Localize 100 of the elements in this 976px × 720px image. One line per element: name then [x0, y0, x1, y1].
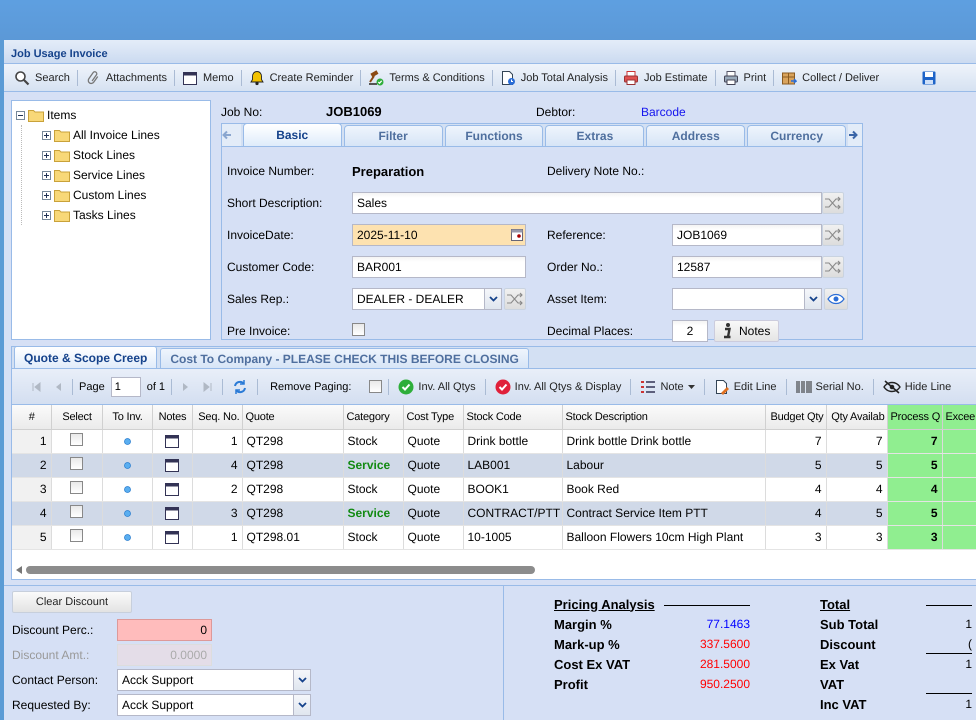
expand-icon[interactable]	[42, 190, 51, 200]
toolbar-button[interactable]: Terms & Conditions	[364, 68, 489, 88]
toolbar-button[interactable]: Search	[10, 68, 74, 88]
expand-icon[interactable]	[42, 130, 51, 140]
column-header[interactable]: Cost Type	[403, 405, 463, 429]
toolbar-button[interactable]: Create Reminder	[244, 68, 358, 88]
row-checkbox[interactable]	[70, 457, 83, 470]
tab[interactable]: Address	[646, 125, 746, 146]
toolbar-button[interactable]: Hide Line	[880, 378, 954, 396]
tree-item[interactable]: Service Lines	[73, 168, 146, 182]
tree-item[interactable]: Tasks Lines	[73, 208, 136, 222]
notes-button[interactable]: Notes	[714, 320, 780, 342]
tab[interactable]: Cost To Company - PLEASE CHECK THIS BEFORE CLOSING	[160, 348, 529, 368]
tree-item[interactable]: Custom Lines	[73, 188, 146, 202]
column-header[interactable]: Notes	[152, 405, 192, 429]
toolbar-button[interactable]: Print	[718, 68, 770, 88]
dropdown[interactable]: Acck Support	[117, 694, 311, 716]
tree-item[interactable]: All Invoice Lines	[73, 128, 160, 142]
notes-button[interactable]	[164, 457, 180, 473]
toolbar-button[interactable]: Memo	[178, 68, 238, 88]
calendar-icon	[164, 505, 180, 521]
table-cell: Book Red	[566, 482, 620, 496]
shuffle-button[interactable]	[822, 192, 844, 214]
table-row[interactable]: 5 1 QT298.01 Stock Quote 10-1005 Balloon Flowers 10cm High Plant 3 3 3	[12, 525, 976, 549]
table-cell: 5	[876, 506, 882, 520]
input-field[interactable]: BAR001	[352, 256, 526, 278]
tab[interactable]: Extras	[545, 125, 644, 146]
notes-button[interactable]	[164, 529, 180, 545]
dot-icon	[124, 486, 130, 492]
number-field[interactable]: 0	[117, 618, 212, 640]
notes-button[interactable]	[164, 481, 180, 497]
dropdown[interactable]: DEALER - DEALER	[352, 288, 502, 310]
toolbar-button[interactable]: Inv. All Qtys & Display	[492, 376, 624, 396]
toolbar-button[interactable]: Attachments	[80, 68, 171, 88]
input-field[interactable]: Sales	[352, 192, 822, 214]
calendar-icon	[182, 70, 198, 86]
tree-item[interactable]: Items	[47, 108, 76, 122]
number-field[interactable]: 2	[672, 320, 708, 342]
expand-icon[interactable]	[42, 210, 51, 220]
column-header[interactable]: Budget Qty	[765, 405, 826, 429]
column-header[interactable]: Qty Availab	[826, 405, 887, 429]
checkbox[interactable]	[352, 323, 365, 336]
tab[interactable]: Basic	[242, 123, 342, 146]
toolbar-button[interactable]: Collect / Deliver	[777, 68, 884, 88]
column-header[interactable]: Seq. No.	[192, 405, 242, 429]
notes-button[interactable]	[164, 505, 180, 521]
input-field[interactable]: 12587	[672, 256, 822, 278]
row-checkbox[interactable]	[70, 433, 83, 446]
field-label: Decimal Places:	[547, 324, 634, 338]
shuffle-button[interactable]	[822, 256, 844, 278]
scroll-left-button[interactable]	[222, 124, 241, 146]
row-checkbox[interactable]	[70, 529, 83, 542]
column-header[interactable]: Process Q	[887, 405, 942, 429]
expand-icon[interactable]	[42, 150, 51, 160]
edit-document-icon	[714, 378, 730, 394]
table-row[interactable]: 3 2 QT298 Stock Quote BOOK1 Book Red 4 4 4	[12, 477, 976, 501]
column-header[interactable]: Category	[343, 405, 403, 429]
toolbar-button[interactable]: Job Total Analysis	[496, 68, 612, 88]
date-field[interactable]: 2025-11-10	[352, 224, 526, 246]
toolbar-button[interactable]: Edit Line	[710, 376, 780, 396]
table-cell: QT298	[246, 434, 284, 448]
field-label: Cost Ex VAT	[554, 656, 632, 672]
table-row[interactable]: 1 1 QT298 Stock Quote Drink bottle Drink bottle Drink bottle 7 7 7	[12, 429, 976, 453]
row-checkbox[interactable]	[70, 505, 83, 518]
row-checkbox[interactable]	[70, 481, 83, 494]
tab[interactable]: Currency	[747, 125, 846, 146]
dropdown[interactable]: Acck Support	[117, 668, 311, 690]
debtor-link[interactable]: Barcode	[641, 104, 841, 118]
column-header[interactable]: Excee	[942, 405, 976, 429]
table-row[interactable]: 4 3 QT298 Service Quote CONTRACT/PTT Contract Service Item PTT 4 5 5	[12, 501, 976, 525]
notes-button[interactable]	[164, 433, 180, 449]
clear-discount-button[interactable]: Clear Discount	[12, 591, 132, 613]
toolbar-button[interactable]: Job Estimate	[618, 68, 712, 88]
tab[interactable]: Quote & Scope Creep	[14, 347, 158, 368]
folder-icon	[28, 108, 44, 122]
field-value: 1	[965, 696, 972, 710]
folder-icon	[54, 188, 70, 202]
toolbar-button[interactable]: Inv. All Qtys	[395, 376, 479, 396]
shuffle-button[interactable]	[822, 224, 844, 246]
scroll-right-button[interactable]	[848, 124, 862, 146]
field-label: Job No:	[221, 104, 264, 118]
table-row[interactable]: 2 4 QT298 Service Quote LAB001 Labour 5 5 5	[12, 453, 976, 477]
column-header[interactable]: #	[12, 405, 51, 429]
column-header[interactable]: Stock Description	[562, 405, 765, 429]
column-header[interactable]: To Inv.	[102, 405, 152, 429]
collapse-icon[interactable]	[16, 110, 25, 120]
page-field[interactable]: 1	[110, 376, 141, 396]
tab[interactable]: Functions	[444, 125, 544, 146]
toolbar-button[interactable]: Serial No.	[792, 378, 867, 396]
tab[interactable]: Filter	[344, 125, 443, 146]
tree-item[interactable]: Stock Lines	[73, 148, 136, 162]
toolbar-button[interactable]: Note	[637, 378, 698, 396]
input-field[interactable]: JOB1069	[672, 224, 822, 246]
column-header[interactable]: Select	[51, 405, 102, 429]
view-button[interactable]	[824, 288, 848, 310]
expand-icon[interactable]	[42, 170, 51, 180]
checkbox[interactable]	[369, 380, 382, 393]
column-header[interactable]: Quote	[242, 405, 343, 429]
column-header[interactable]: Stock Code	[463, 405, 562, 429]
shuffle-button[interactable]	[504, 288, 526, 310]
